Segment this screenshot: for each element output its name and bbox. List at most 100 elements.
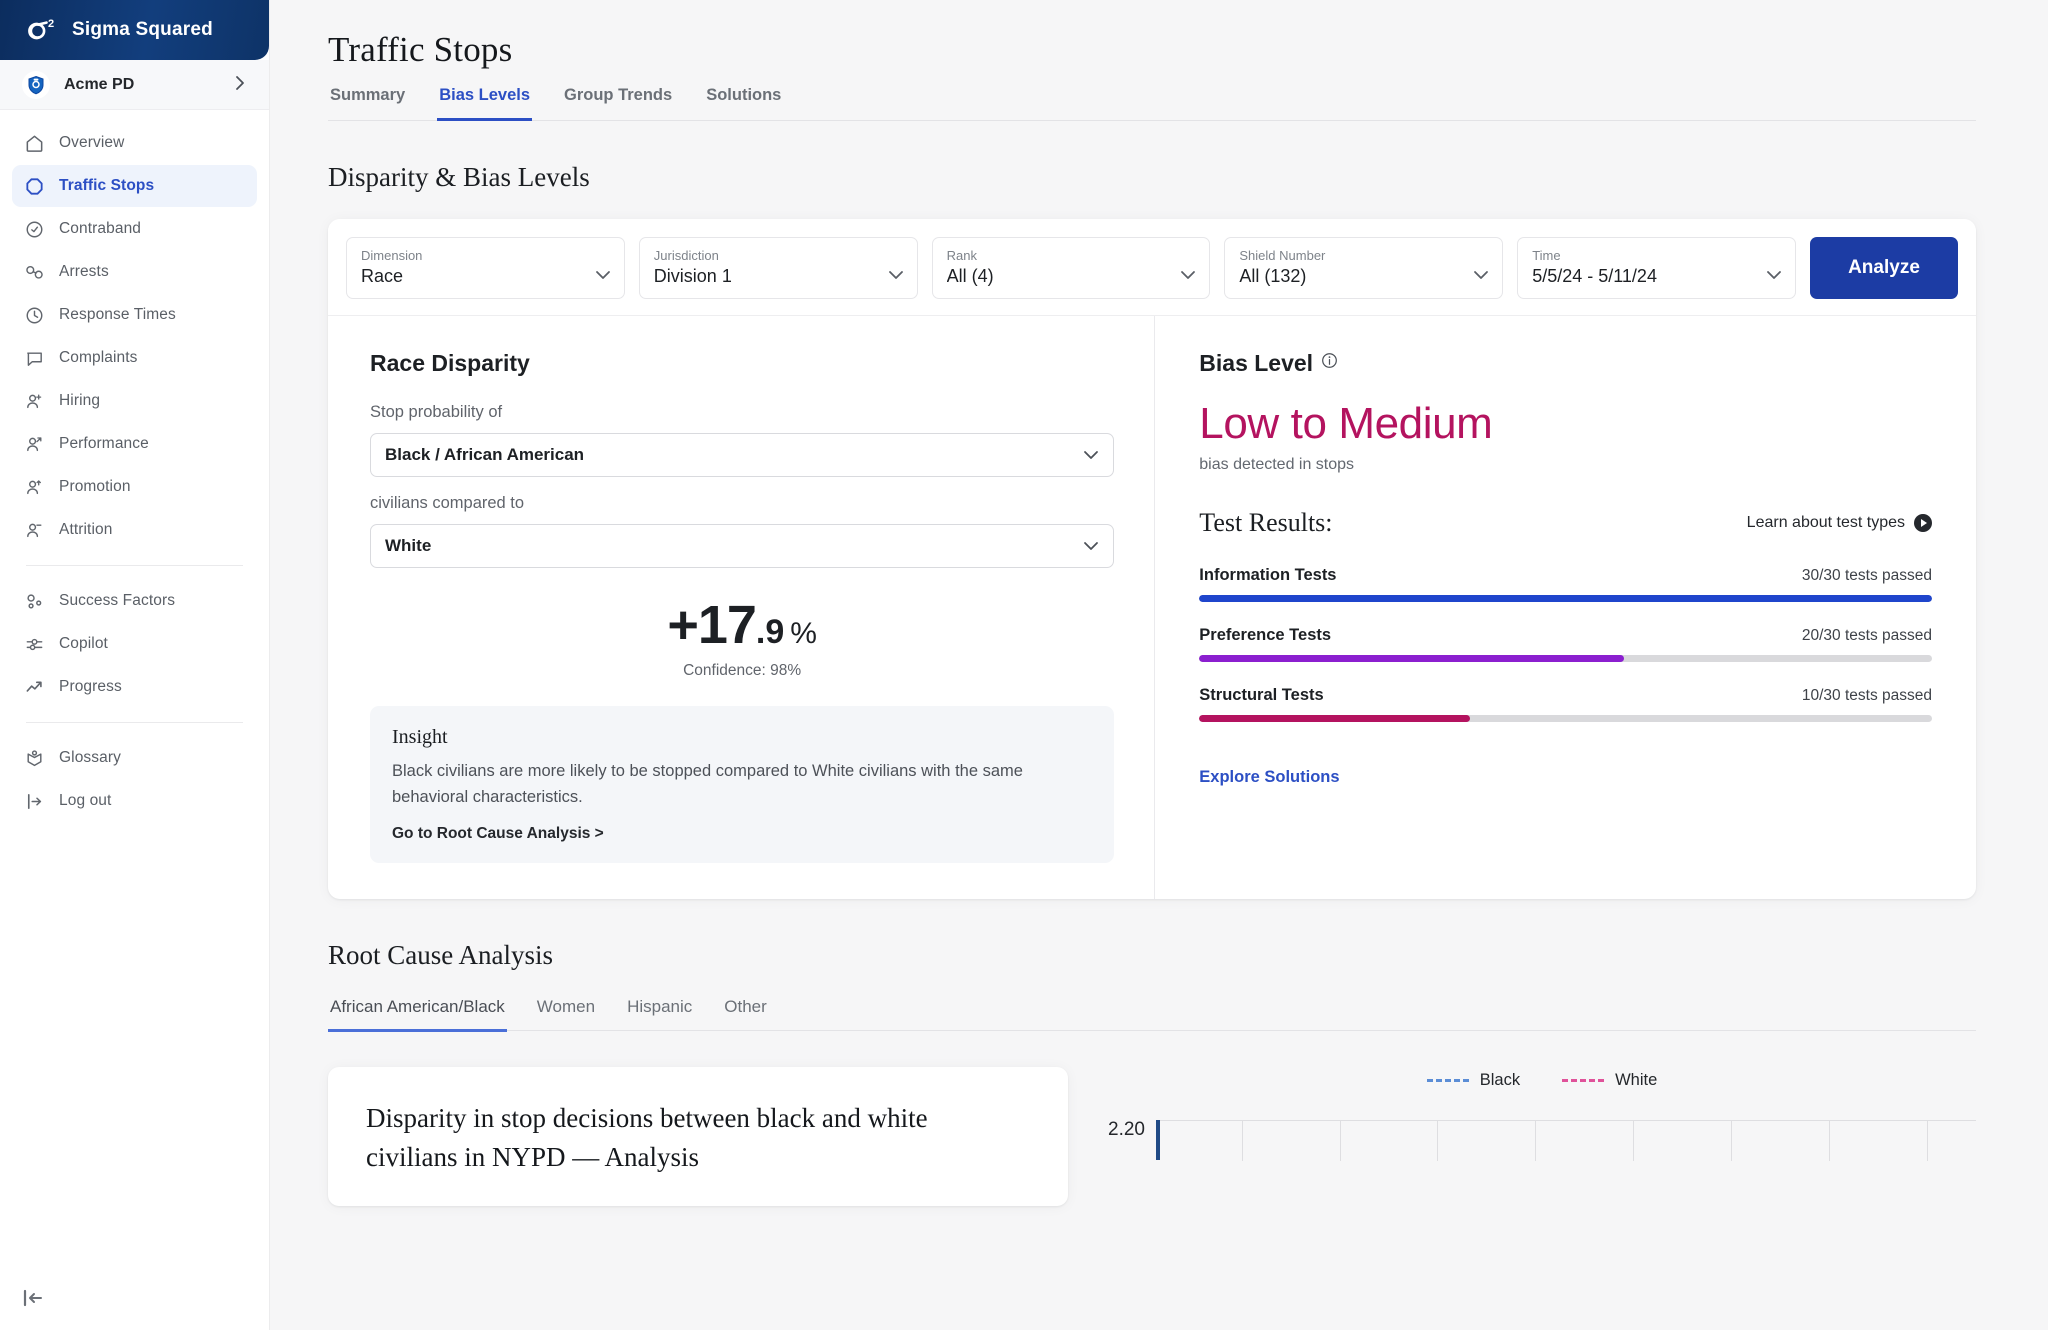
legend-item-white: White: [1562, 1071, 1657, 1090]
sidebar-item-progress[interactable]: Progress: [12, 666, 257, 708]
sidebar-item-copilot[interactable]: Copilot: [12, 623, 257, 665]
go-to-root-cause-link[interactable]: Go to Root Cause Analysis >: [392, 825, 604, 842]
filter-bar: Dimension Race Jurisdiction Division 1 R…: [328, 219, 1976, 316]
group-b-select[interactable]: White: [370, 524, 1114, 568]
trend-up-icon: [24, 677, 50, 698]
sidebar-item-label: Contraband: [59, 220, 141, 238]
police-shield-icon: [22, 71, 50, 99]
home-icon: [24, 133, 50, 154]
tab-summary[interactable]: Summary: [328, 86, 407, 121]
sidebar-item-log-out[interactable]: Log out: [12, 780, 257, 822]
test-structural-fill: [1199, 715, 1470, 722]
filter-shield-number[interactable]: Shield Number All (132): [1224, 237, 1503, 299]
confidence-label: Confidence: 98%: [370, 662, 1114, 680]
learn-about-test-types-link[interactable]: Learn about test types: [1747, 514, 1932, 532]
disparity-panel: Dimension Race Jurisdiction Division 1 R…: [328, 219, 1976, 899]
filter-jurisdiction[interactable]: Jurisdiction Division 1: [639, 237, 918, 299]
compared-to-label: civilians compared to: [370, 494, 1114, 513]
filter-time-value: 5/5/24 - 5/11/24: [1532, 266, 1781, 287]
app-root: 2 Sigma Squared Acme PD: [0, 0, 2048, 1330]
info-icon[interactable]: [1321, 352, 1338, 374]
tab-bias-levels[interactable]: Bias Levels: [437, 86, 532, 121]
sidebar-item-arrests[interactable]: Arrests: [12, 251, 257, 293]
rc-tab-african-american-black[interactable]: African American/Black: [328, 997, 507, 1032]
test-preference-track: [1199, 655, 1932, 662]
user-minus-icon: [24, 520, 50, 541]
tab-solutions[interactable]: Solutions: [704, 86, 783, 121]
filter-jurisdiction-value: Division 1: [654, 266, 903, 287]
sidebar-item-label: Attrition: [59, 521, 112, 539]
sidebar-item-promotion[interactable]: Promotion: [12, 466, 257, 508]
main-content: Traffic Stops Summary Bias Levels Group …: [270, 0, 2048, 1330]
test-structural-track: [1199, 715, 1932, 722]
chart-plot-area: 2.20: [1108, 1120, 1976, 1160]
message-icon: [24, 348, 50, 369]
logout-icon: [24, 791, 50, 812]
test-structural-count: 10/30 tests passed: [1802, 687, 1932, 705]
analyze-button[interactable]: Analyze: [1810, 237, 1958, 299]
insight-heading: Insight: [392, 726, 1092, 749]
sidebar-item-overview[interactable]: Overview: [12, 122, 257, 164]
user-plus-icon: [24, 391, 50, 412]
root-cause-card-title: Disparity in stop decisions between blac…: [366, 1099, 1024, 1176]
clock-icon: [24, 305, 50, 326]
sidebar-item-label: Complaints: [59, 349, 138, 367]
sidebar-item-complaints[interactable]: Complaints: [12, 337, 257, 379]
filter-rank-label: Rank: [947, 248, 1196, 263]
chevron-down-icon: [1766, 267, 1782, 285]
rc-tab-women[interactable]: Women: [535, 997, 597, 1032]
test-structural: Structural Tests 10/30 tests passed: [1199, 686, 1932, 722]
test-structural-name: Structural Tests: [1199, 686, 1323, 705]
filter-time-label: Time: [1532, 248, 1781, 263]
chevron-right-icon: [235, 75, 245, 94]
tab-group-trends[interactable]: Group Trends: [562, 86, 674, 121]
rc-tab-other[interactable]: Other: [722, 997, 769, 1032]
stop-probability-label: Stop probability of: [370, 403, 1114, 422]
race-disparity-title: Race Disparity: [370, 350, 1114, 377]
test-preference: Preference Tests 20/30 tests passed: [1199, 626, 1932, 662]
sidebar-item-performance[interactable]: Performance: [12, 423, 257, 465]
race-disparity-panel: Race Disparity Stop probability of Black…: [328, 316, 1155, 899]
sidebar-item-success-factors[interactable]: Success Factors: [12, 580, 257, 622]
sidebar-item-label: Hiring: [59, 392, 100, 410]
chevron-down-icon: [1083, 445, 1099, 465]
sidebar-nav: Overview Traffic Stops Contraband Arrest…: [0, 110, 269, 823]
legend-swatch-white: [1562, 1079, 1604, 1082]
page-tabs: Summary Bias Levels Group Trends Solutio…: [328, 86, 1976, 121]
filter-time[interactable]: Time 5/5/24 - 5/11/24: [1517, 237, 1796, 299]
test-preference-count: 20/30 tests passed: [1802, 627, 1932, 645]
sidebar-item-contraband[interactable]: Contraband: [12, 208, 257, 250]
sidebar-item-response-times[interactable]: Response Times: [12, 294, 257, 336]
filter-dimension[interactable]: Dimension Race: [346, 237, 625, 299]
filter-shield-number-value: All (132): [1239, 266, 1488, 287]
org-switcher[interactable]: Acme PD: [0, 60, 269, 110]
legend-label-white: White: [1615, 1071, 1657, 1090]
user-arrow-up-icon: [24, 434, 50, 455]
filter-rank-value: All (4): [947, 266, 1196, 287]
sidebar-item-label: Copilot: [59, 635, 108, 653]
filter-dimension-label: Dimension: [361, 248, 610, 263]
sidebar-item-label: Success Factors: [59, 592, 175, 610]
sidebar-item-attrition[interactable]: Attrition: [12, 509, 257, 551]
test-results-header: Test Results: Learn about test types: [1199, 508, 1932, 538]
disparity-value: +17.9%: [370, 594, 1114, 656]
chevron-down-icon: [595, 267, 611, 285]
filter-rank[interactable]: Rank All (4): [932, 237, 1211, 299]
sidebar-item-label: Log out: [59, 792, 111, 810]
rc-tab-hispanic[interactable]: Hispanic: [625, 997, 694, 1032]
root-cause-card[interactable]: Disparity in stop decisions between blac…: [328, 1067, 1068, 1206]
sidebar-item-traffic-stops[interactable]: Traffic Stops: [12, 165, 257, 207]
bias-level-value: Low to Medium: [1199, 399, 1932, 448]
sidebar-item-hiring[interactable]: Hiring: [12, 380, 257, 422]
collapse-sidebar-icon[interactable]: [22, 1288, 46, 1308]
test-information-track: [1199, 595, 1932, 602]
test-information: Information Tests 30/30 tests passed: [1199, 566, 1932, 602]
root-cause-body: Disparity in stop decisions between blac…: [328, 1067, 1976, 1206]
sidebar-item-glossary[interactable]: Glossary: [12, 737, 257, 779]
disparity-chart: Black White 2.20: [1108, 1067, 1976, 1160]
explore-solutions-link[interactable]: Explore Solutions: [1199, 768, 1339, 787]
group-b-value: White: [385, 536, 431, 556]
filter-jurisdiction-label: Jurisdiction: [654, 248, 903, 263]
group-a-select[interactable]: Black / African American: [370, 433, 1114, 477]
sidebar-divider-1: [26, 565, 243, 566]
